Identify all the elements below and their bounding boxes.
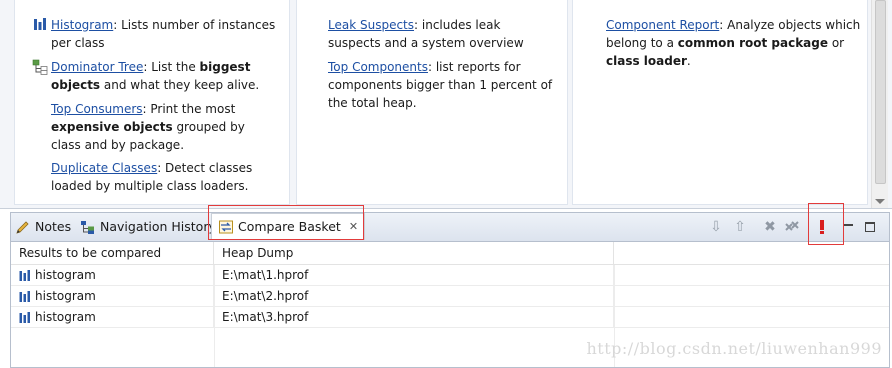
histogram-icon bbox=[19, 270, 30, 281]
scroll-down-arrow-icon[interactable] bbox=[875, 199, 885, 204]
heap-dump-cell: E:\mat\2.hprof bbox=[214, 286, 614, 306]
view-tab-bar: Notes Navigation History Compare Basket … bbox=[11, 213, 889, 242]
leak-suspects-link[interactable]: Leak Suspects bbox=[328, 18, 414, 32]
component-report-link[interactable]: Component Report bbox=[606, 18, 719, 32]
table-row[interactable]: histogram E:\mat\1.hprof bbox=[11, 265, 889, 286]
result-cell: histogram bbox=[11, 286, 214, 306]
duplicate-classes-link[interactable]: Duplicate Classes bbox=[51, 161, 157, 175]
table-row[interactable]: histogram E:\mat\2.hprof bbox=[11, 286, 889, 307]
overview-panel: Histogram: Lists number of instances per… bbox=[0, 0, 892, 209]
maximize-view-icon[interactable] bbox=[861, 218, 879, 236]
tab-navigation-history-label: Navigation History bbox=[100, 219, 216, 234]
move-down-icon[interactable]: ⇩ bbox=[707, 218, 725, 236]
heap-dump-cell: E:\mat\3.hprof bbox=[214, 307, 614, 327]
histogram-link[interactable]: Histogram bbox=[51, 18, 113, 32]
tab-navigation-history[interactable]: Navigation History bbox=[80, 215, 216, 239]
component-report-entry: Component Report: Analyze objects which … bbox=[606, 18, 861, 68]
top-consumers-link[interactable]: Top Consumers bbox=[51, 102, 143, 116]
minimize-view-icon[interactable] bbox=[839, 218, 857, 236]
top-components-link[interactable]: Top Components bbox=[328, 60, 428, 74]
navigation-history-icon bbox=[81, 221, 94, 234]
remove-all-glyph bbox=[785, 221, 799, 231]
column-header-heap-dump[interactable]: Heap Dump bbox=[214, 242, 614, 264]
remove-icon[interactable]: ✖ bbox=[761, 218, 779, 236]
histogram-icon bbox=[19, 312, 30, 323]
top-components-entry: Top Components: list reports for compone… bbox=[328, 60, 553, 110]
move-up-icon[interactable]: ⇧ bbox=[731, 218, 749, 236]
remove-all-icon[interactable] bbox=[783, 218, 801, 236]
compare-results-icon bbox=[820, 220, 824, 234]
duplicate-classes-entry: Duplicate Classes: Detect classes loaded… bbox=[51, 161, 253, 193]
histogram-entry: Histogram: Lists number of instances per… bbox=[51, 18, 276, 50]
dominator-tree-link[interactable]: Dominator Tree bbox=[51, 60, 143, 74]
close-tab-icon[interactable]: ✕ bbox=[349, 215, 358, 239]
tab-notes-label: Notes bbox=[35, 219, 72, 234]
leak-suspects-entry: Leak Suspects: includes leak suspects an… bbox=[328, 18, 524, 50]
notes-icon bbox=[16, 221, 29, 234]
histogram-icon bbox=[34, 18, 46, 30]
column-header-results[interactable]: Results to be compared bbox=[11, 242, 214, 264]
compare-basket-icon bbox=[219, 220, 233, 234]
top-consumers-entry: Top Consumers: Print the most expensive … bbox=[51, 102, 245, 152]
vertical-scrollbar[interactable] bbox=[871, 0, 888, 208]
histogram-icon bbox=[19, 291, 30, 302]
watermark: http://blog.csdn.net/liuwenhan999 bbox=[586, 339, 882, 358]
column-header-empty bbox=[614, 242, 889, 264]
dominator-tree-icon bbox=[32, 59, 48, 75]
scrollbar-thumb[interactable] bbox=[875, 0, 886, 184]
table-header: Results to be compared Heap Dump bbox=[11, 242, 889, 265]
dominator-tree-entry: Dominator Tree: List the biggest objects… bbox=[51, 60, 260, 92]
heap-dump-cell: E:\mat\1.hprof bbox=[214, 265, 614, 285]
compare-results-button[interactable] bbox=[813, 218, 831, 236]
result-cell: histogram bbox=[11, 265, 214, 285]
result-cell: histogram bbox=[11, 307, 214, 327]
tab-compare-basket[interactable]: Compare Basket ✕ bbox=[211, 213, 366, 240]
table-row[interactable]: histogram E:\mat\3.hprof bbox=[11, 307, 889, 328]
tab-notes[interactable]: Notes bbox=[15, 215, 71, 239]
tab-compare-basket-label: Compare Basket bbox=[238, 219, 341, 234]
